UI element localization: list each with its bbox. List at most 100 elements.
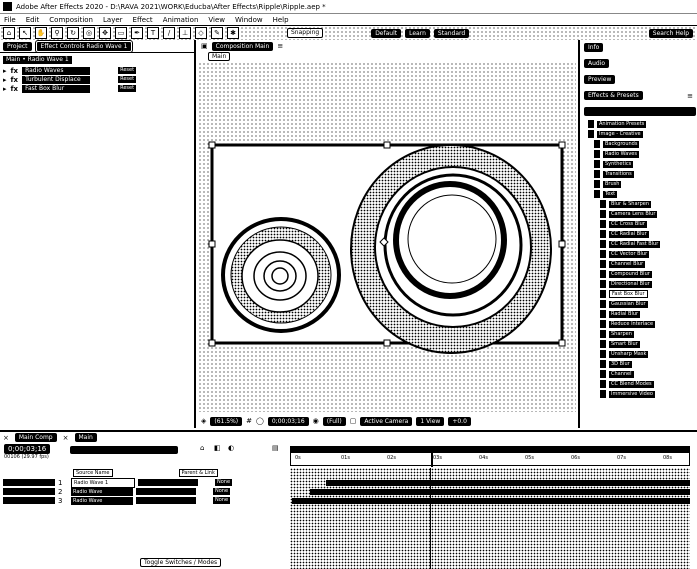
effect-tree-item[interactable]: Fast Box Blur	[584, 289, 697, 299]
menu-view[interactable]: View	[208, 16, 225, 24]
effect-tree-item[interactable]: Channel	[584, 369, 697, 379]
panel-audio[interactable]: Audio	[584, 59, 610, 68]
comp-flowchart-icon[interactable]: ⌂	[200, 444, 204, 452]
effect-tree-item[interactable]: Unsharp Mask	[584, 349, 697, 359]
tab-effect-controls[interactable]: Effect Controls Radio Wave 1	[34, 39, 134, 53]
reset-button[interactable]: Reset	[118, 76, 137, 83]
tab-main-comp[interactable]: Main Comp	[14, 433, 57, 442]
close-icon[interactable]: ×	[3, 434, 9, 442]
track-area[interactable]	[290, 468, 690, 569]
fx-icon[interactable]: fx	[11, 76, 19, 84]
eraser-tool-icon[interactable]: ◇	[195, 27, 207, 39]
effect-tree-item[interactable]: Channel Blur	[584, 259, 697, 269]
effect-tree-item[interactable]: Radio Waves	[584, 149, 697, 159]
layer-name[interactable]: Radio Wave	[71, 487, 133, 496]
views-dropdown[interactable]: 1 View	[416, 416, 445, 426]
effect-tree-item[interactable]: CC Vector Blur	[584, 249, 697, 259]
draft-3d-icon[interactable]: ◧	[214, 444, 221, 452]
parent-dropdown[interactable]: None	[213, 497, 231, 504]
effects-presets-title[interactable]: Effects & Presets	[584, 91, 643, 100]
effect-tree-item[interactable]: Compound Blur	[584, 269, 697, 279]
menu-help[interactable]: Help	[273, 16, 289, 24]
layer-row[interactable]: 2 Radio Wave None	[0, 487, 290, 496]
reset-button[interactable]: Reset	[118, 67, 137, 74]
effect-tree-item[interactable]: Radial Blur	[584, 309, 697, 319]
effect-tree-item[interactable]: Image - Creative	[584, 129, 697, 139]
layer-bar[interactable]	[292, 498, 690, 504]
effect-tree-item[interactable]: Brush	[584, 179, 697, 189]
tab-main[interactable]: Main	[74, 433, 97, 442]
comp-viewer[interactable]	[198, 62, 576, 412]
menu-icon[interactable]: ≡	[277, 42, 283, 50]
parent-link-header[interactable]: Parent & Link	[178, 468, 218, 477]
effects-search[interactable]	[584, 107, 696, 116]
menu-composition[interactable]: Composition	[49, 16, 93, 24]
effect-tree-item[interactable]: Directional Blur	[584, 279, 697, 289]
toggle-switches-modes[interactable]: Toggle Switches / Modes	[140, 558, 222, 567]
fx-icon[interactable]: fx	[11, 85, 19, 93]
layer-bar[interactable]	[310, 489, 690, 495]
puppet-tool-icon[interactable]: ✱	[227, 27, 239, 39]
search-help-field[interactable]: Search Help	[648, 28, 693, 38]
shape-tool-icon[interactable]: ▭	[115, 27, 127, 39]
effect-tree-item[interactable]: Transitions	[584, 169, 697, 179]
timeline-timecode[interactable]: 0;00;03;16	[4, 444, 51, 454]
panel-divider[interactable]	[194, 40, 196, 428]
menu-effect[interactable]: Effect	[133, 16, 153, 24]
menu-layer[interactable]: Layer	[103, 16, 123, 24]
layer-switches[interactable]	[138, 479, 198, 486]
effect-tree-item[interactable]: Smart Blur	[584, 339, 697, 349]
timeline-search[interactable]	[70, 446, 178, 454]
menu-edit[interactable]: Edit	[26, 16, 40, 24]
parent-dropdown[interactable]: None	[215, 479, 233, 486]
parent-dropdown[interactable]: None	[213, 488, 231, 495]
mask-icon[interactable]: ◯	[256, 417, 264, 425]
tab-composition[interactable]: Composition Main	[211, 41, 274, 51]
menu-animation[interactable]: Animation	[163, 16, 199, 24]
zoom-dropdown[interactable]: (61.5%)	[210, 416, 243, 426]
effect-tree-item[interactable]: 3D Blur	[584, 359, 697, 369]
effect-tree-item[interactable]: Immersive Video	[584, 389, 697, 399]
comp-breadcrumb[interactable]: Main	[208, 52, 231, 61]
effect-tree-item[interactable]: CC Cross Blur	[584, 219, 697, 229]
effect-tree-item[interactable]: Gaussian Blur	[584, 299, 697, 309]
effect-tree-item[interactable]: Text	[584, 189, 697, 199]
effect-tree-item[interactable]: Synthetics	[584, 159, 697, 169]
panel-menu-icon[interactable]: ≡	[687, 92, 693, 100]
av-switches[interactable]	[3, 488, 55, 495]
reset-button[interactable]: Reset	[118, 85, 137, 92]
camera-icon[interactable]: ◉	[313, 417, 319, 425]
fx-icon[interactable]: fx	[11, 67, 19, 75]
effect-tree-item[interactable]: CC Blend Modes	[584, 379, 697, 389]
hand-tool-icon[interactable]: ✋	[35, 27, 47, 39]
effect-tree-item[interactable]: Blur & Sharpen	[584, 199, 697, 209]
effect-tree-item[interactable]: Reduce Interlace	[584, 319, 697, 329]
tab-project[interactable]: Project	[3, 41, 32, 51]
menu-file[interactable]: File	[4, 16, 16, 24]
effect-tree-item[interactable]: Sharpen	[584, 329, 697, 339]
layer-name[interactable]: Radio Wave 1	[71, 477, 135, 488]
layer-switches[interactable]	[136, 497, 196, 504]
pen-tool-icon[interactable]: ✒	[131, 27, 143, 39]
motion-blur-icon[interactable]: ◐	[228, 444, 234, 452]
graph-editor-icon[interactable]: ▤	[272, 444, 279, 452]
brush-tool-icon[interactable]: /	[163, 27, 175, 39]
source-name-header[interactable]: Source Name	[73, 468, 113, 477]
expand-arrow-icon[interactable]: ▸	[3, 76, 7, 84]
lock-icon[interactable]: ▣	[201, 42, 208, 50]
workspace-learn[interactable]: Learn	[405, 28, 430, 38]
layer-switches[interactable]	[136, 488, 196, 495]
effect-tree-item[interactable]: Camera Lens Blur	[584, 209, 697, 219]
snapshot-icon[interactable]: ◈	[201, 417, 206, 425]
roto-brush-tool-icon[interactable]: ✎	[211, 27, 223, 39]
camera-dropdown[interactable]: Active Camera	[360, 416, 413, 426]
expand-arrow-icon[interactable]: ▸	[3, 67, 7, 75]
playhead-icon[interactable]	[431, 447, 433, 467]
panel-info[interactable]: Info	[584, 43, 604, 52]
effect-row[interactable]: ▸ fx Fast Box Blur Reset	[3, 84, 193, 93]
roi-icon[interactable]: ▢	[350, 417, 357, 425]
effect-tree-item[interactable]: CC Radial Fast Blur	[584, 239, 697, 249]
workspace-default[interactable]: Default	[371, 28, 402, 38]
home-icon[interactable]: ⌂	[3, 27, 15, 39]
av-switches[interactable]	[3, 497, 55, 504]
